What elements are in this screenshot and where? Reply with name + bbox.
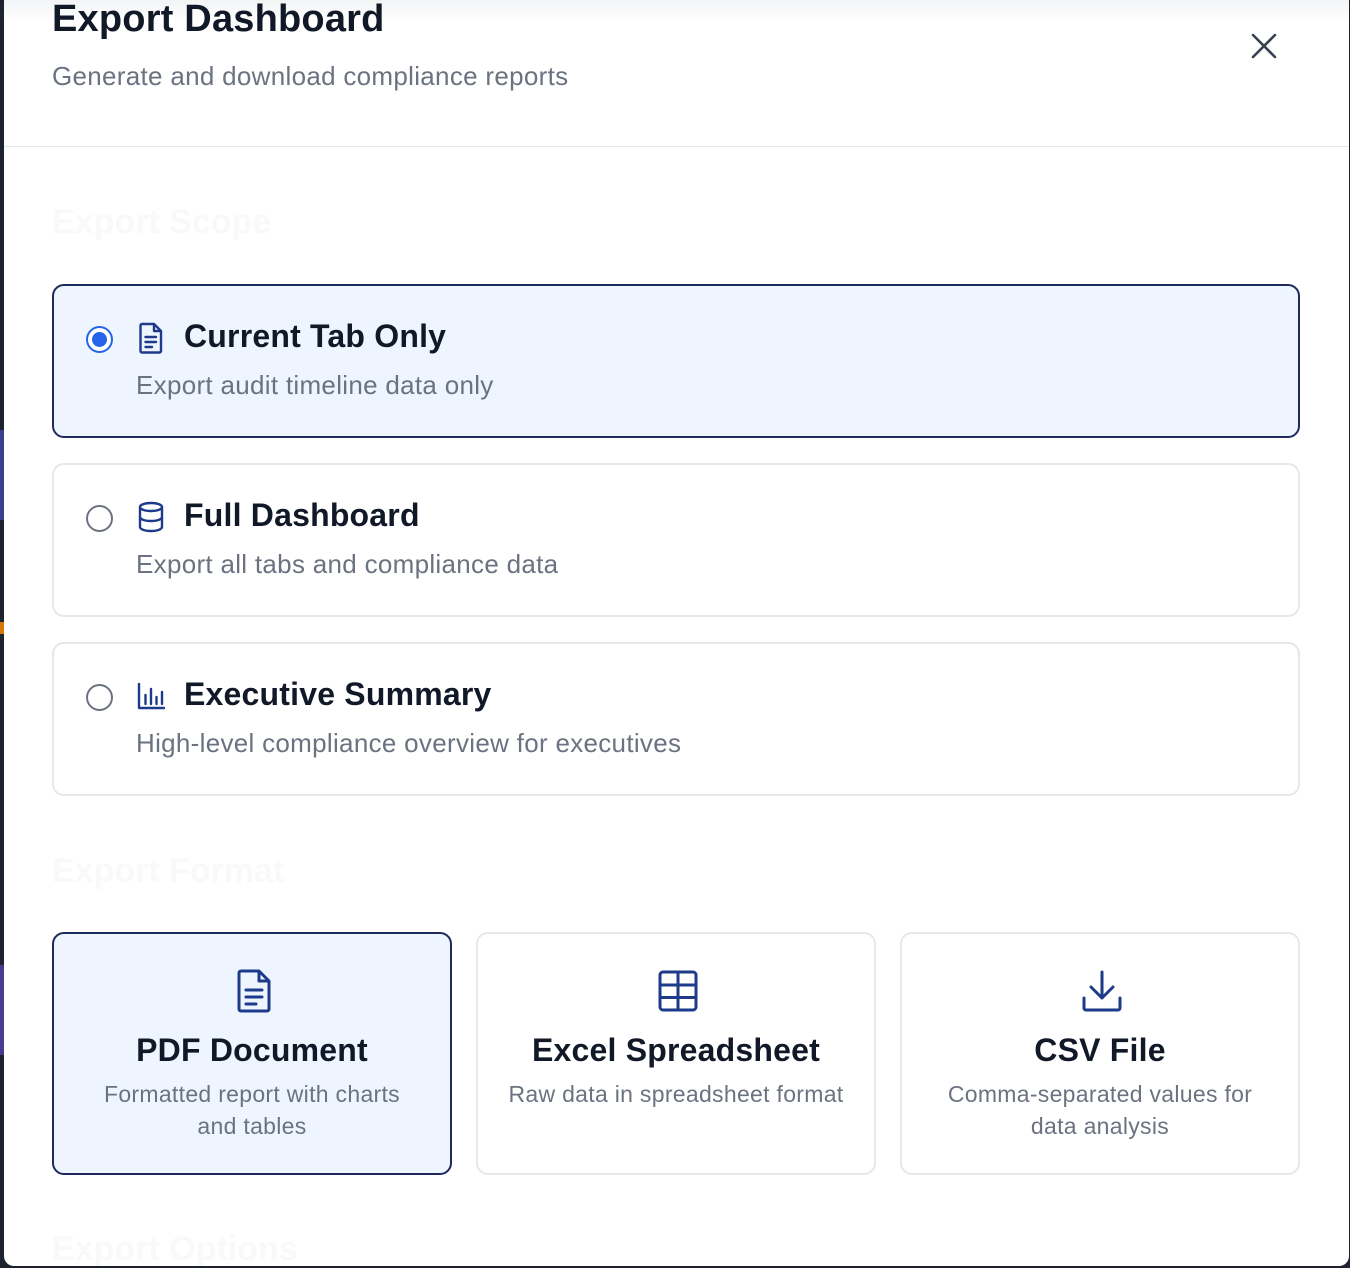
- scope-option-label: Current Tab Only: [184, 318, 447, 354]
- format-option-description: Formatted report with charts and tables: [103, 1081, 400, 1139]
- scope-radio-full-dashboard[interactable]: [86, 505, 113, 532]
- document-icon: [139, 322, 163, 354]
- database-icon: [138, 501, 164, 533]
- scope-option-full-dashboard[interactable]: Full Dashboard Export all tabs and compl…: [52, 463, 1300, 617]
- export-options-heading: Export Options: [52, 1230, 298, 1266]
- format-option-label: Excel Spreadsheet: [532, 1032, 820, 1068]
- format-option-pdf[interactable]: PDF Document Formatted report with chart…: [52, 932, 452, 1175]
- format-option-description: Comma-separated values for data analysis: [947, 1081, 1253, 1139]
- scope-option-executive-summary[interactable]: Executive Summary High-level compliance …: [52, 642, 1300, 796]
- table-icon: [658, 970, 698, 1012]
- scope-option-description: Export audit timeline data only: [136, 370, 494, 400]
- format-option-label: CSV File: [1034, 1032, 1166, 1068]
- close-button[interactable]: [1244, 26, 1284, 66]
- export-format-heading: Export Format: [52, 852, 285, 890]
- modal-title: Export Dashboard: [52, 0, 385, 40]
- scope-option-label: Full Dashboard: [184, 497, 420, 533]
- scope-option-description: High-level compliance overview for execu…: [136, 728, 682, 758]
- scope-option-description: Export all tabs and compliance data: [136, 549, 559, 579]
- export-dashboard-modal: Export Dashboard Generate and download c…: [4, 0, 1349, 1266]
- modal-header: Export Dashboard Generate and download c…: [4, 0, 1349, 147]
- format-option-description: Raw data in spreadsheet format: [508, 1081, 844, 1107]
- scope-option-current-tab[interactable]: Current Tab Only Export audit timeline d…: [52, 284, 1300, 438]
- document-icon: [237, 969, 271, 1013]
- scope-option-label: Executive Summary: [184, 676, 492, 712]
- close-icon: [1251, 33, 1277, 59]
- scope-radio-executive-summary[interactable]: [86, 684, 113, 711]
- format-option-excel[interactable]: Excel Spreadsheet Raw data in spreadshee…: [476, 932, 876, 1175]
- download-icon: [1082, 970, 1122, 1012]
- scope-radio-current-tab[interactable]: [86, 326, 113, 353]
- format-option-label: PDF Document: [136, 1032, 368, 1068]
- format-option-csv[interactable]: CSV File Comma-separated values for data…: [900, 932, 1300, 1175]
- modal-subtitle: Generate and download compliance reports: [52, 61, 569, 91]
- export-scope-heading: Export Scope: [52, 203, 272, 241]
- bar-chart-icon: [137, 682, 166, 710]
